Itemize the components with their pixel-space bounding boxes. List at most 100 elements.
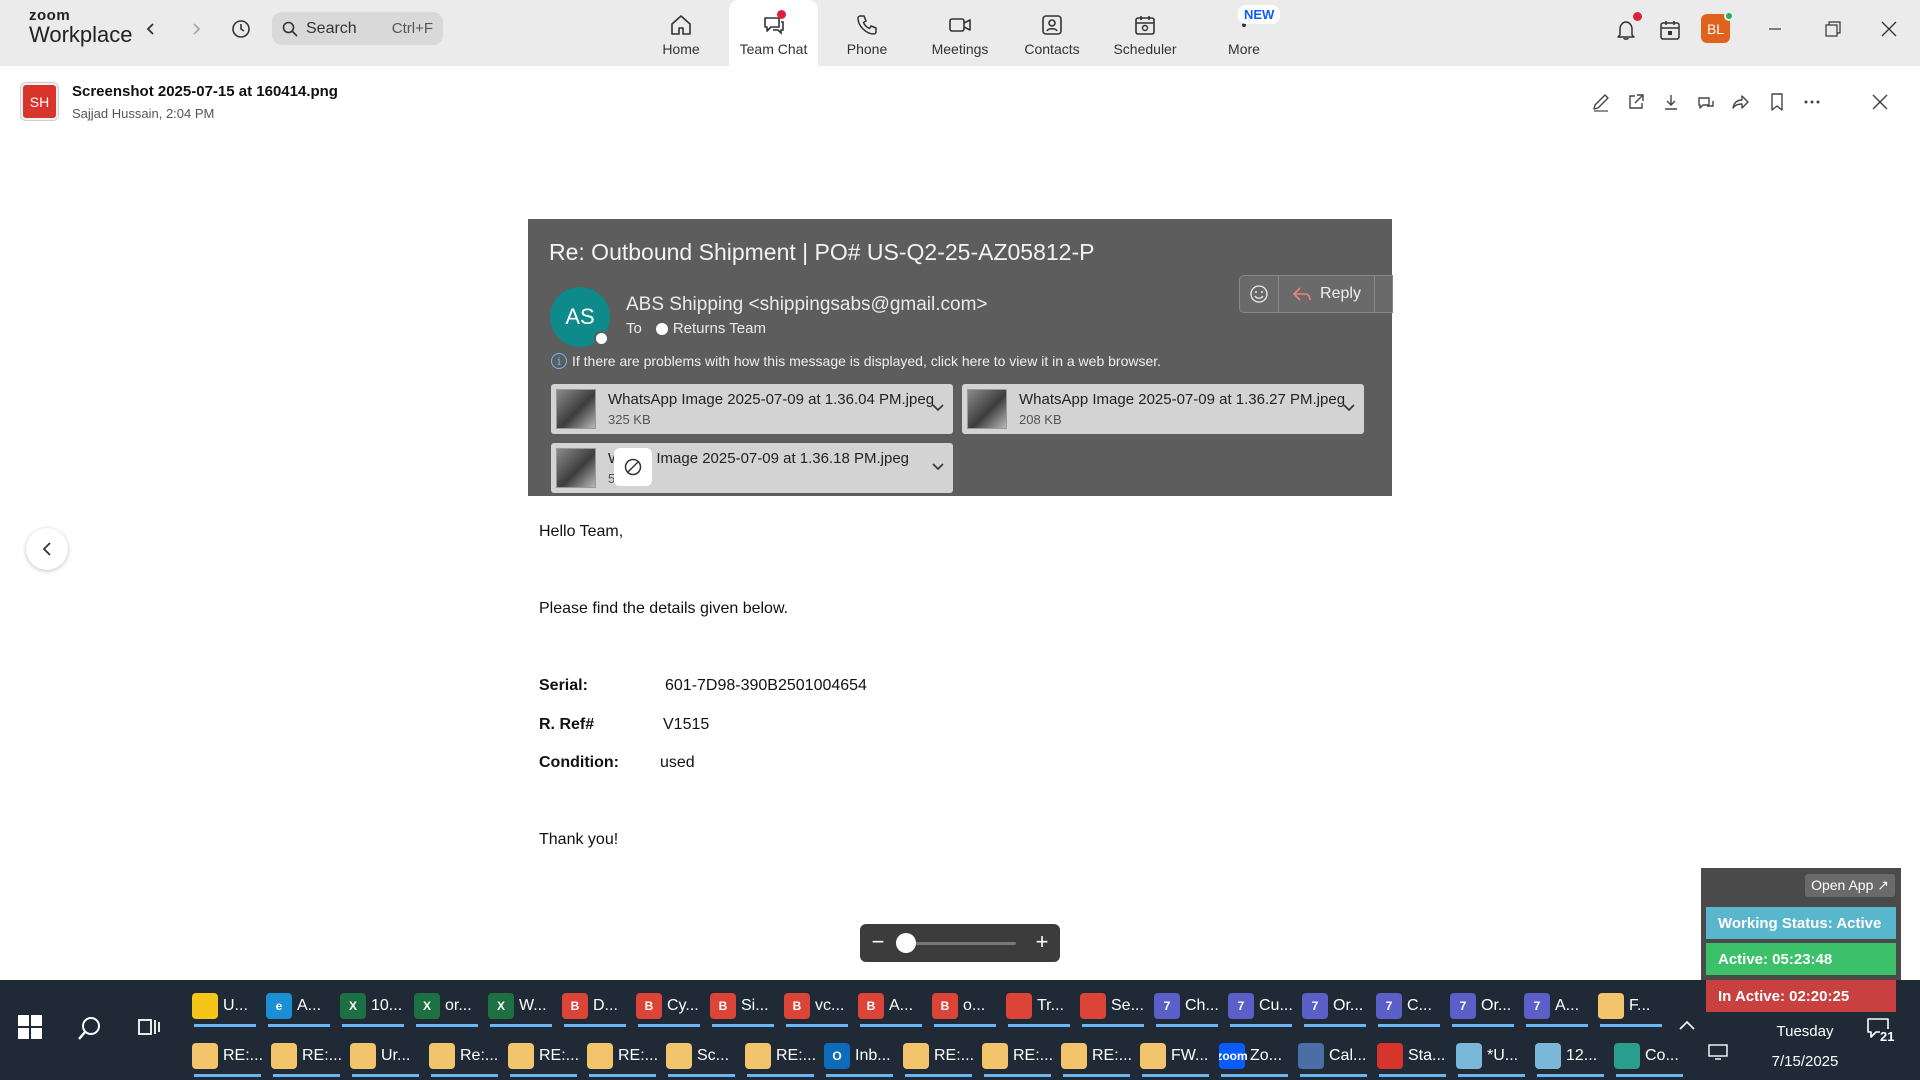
taskbar-item[interactable]: *U...: [1456, 1034, 1529, 1078]
email-recipient-line: To Returns Team: [626, 320, 766, 337]
taskbar-item[interactable]: zoom Zo...: [1219, 1034, 1292, 1078]
taskbar-item[interactable]: Se...: [1080, 984, 1148, 1028]
close-viewer-icon[interactable]: [1868, 90, 1892, 114]
taskbar-item[interactable]: 7 A...: [1524, 984, 1592, 1028]
taskbar-item[interactable]: 7 Cu...: [1228, 984, 1296, 1028]
search-icon: [282, 21, 298, 37]
taskbar-item[interactable]: B D...: [562, 984, 630, 1028]
taskbar-item[interactable]: RE:...: [587, 1034, 660, 1078]
teams-icon: 7: [1450, 993, 1476, 1019]
attachment-name: WhatsApp Image 2025-07-09 at 1.36.04 PM.…: [608, 391, 935, 408]
taskbar-item[interactable]: Sta...: [1377, 1034, 1450, 1078]
taskbar-item[interactable]: RE:...: [192, 1034, 265, 1078]
taskbar-item[interactable]: X W...: [488, 984, 556, 1028]
running-indicator: [1378, 1024, 1440, 1027]
windows-taskbar: U... e A... X 10... Xor... X W... B D... B Cy... B Si…: [0, 980, 1920, 1080]
minimize-icon[interactable]: [1760, 14, 1790, 44]
tab-scheduler[interactable]: Scheduler: [1113, 0, 1177, 66]
taskbar-item[interactable]: Bo...: [932, 984, 1000, 1028]
teams-icon: 7: [1376, 993, 1402, 1019]
share-to-chat-icon[interactable]: [1694, 90, 1718, 114]
zoom-out-button[interactable]: −: [866, 930, 890, 954]
file-name: Screenshot 2025-07-15 at 160414.png: [72, 83, 338, 100]
tab-contacts-label: Contacts: [1024, 41, 1080, 57]
taskbar-item[interactable]: 12...: [1535, 1034, 1608, 1078]
taskbar-clock[interactable]: Tuesday 7/15/2025: [1755, 1017, 1855, 1077]
task-view-icon[interactable]: [136, 1014, 162, 1045]
download-icon[interactable]: [1659, 90, 1683, 114]
taskbar-item[interactable]: FW...: [1140, 1034, 1213, 1078]
taskbar-item[interactable]: 7 C...: [1376, 984, 1444, 1028]
taskbar-item[interactable]: RE:...: [271, 1034, 344, 1078]
forward-icon[interactable]: [1729, 90, 1753, 114]
taskbar-item[interactable]: Cal...: [1298, 1034, 1371, 1078]
taskbar-item[interactable]: B Cy...: [636, 984, 704, 1028]
taskbar-item-label: D...: [593, 997, 618, 1014]
zoom-slider-track[interactable]: [906, 942, 1016, 945]
bookmark-icon[interactable]: [1765, 90, 1789, 114]
search-shortcut: Ctrl+F: [391, 20, 433, 37]
taskbar-item[interactable]: 7 Or...: [1450, 984, 1518, 1028]
taskbar-item[interactable]: X 10...: [340, 984, 408, 1028]
taskbar-search-icon[interactable]: [76, 1014, 104, 1047]
zoom-in-button[interactable]: +: [1030, 930, 1054, 954]
taskbar-item[interactable]: O Inb...: [824, 1034, 897, 1078]
zoom-slider-handle[interactable]: [896, 933, 916, 953]
tab-more-label: More: [1228, 41, 1260, 57]
history-icon[interactable]: [228, 16, 254, 42]
taskbar-item-label: RE:...: [934, 1047, 975, 1064]
blocked-icon: [614, 448, 652, 486]
taskbar-item[interactable]: Re:...: [429, 1034, 502, 1078]
mail-icon: [1061, 1043, 1087, 1069]
pdf-icon: [1377, 1043, 1403, 1069]
taskbar-item[interactable]: B Si...: [710, 984, 778, 1028]
more-options-icon[interactable]: [1800, 90, 1824, 114]
taskbar-item[interactable]: RE:...: [745, 1034, 818, 1078]
sender-status-dot: [594, 331, 609, 346]
display-icon[interactable]: [1707, 1043, 1729, 1066]
taskbar-item-label: RE:...: [223, 1047, 264, 1064]
taskbar-item[interactable]: Sc...: [666, 1034, 739, 1078]
new-badge: NEW: [1238, 5, 1281, 24]
forward-arrow-icon[interactable]: [183, 16, 209, 42]
taskbar-item[interactable]: Ur...: [350, 1034, 423, 1078]
taskbar-item[interactable]: RE:...: [982, 1034, 1055, 1078]
taskbar-item[interactable]: Tr...: [1006, 984, 1074, 1028]
taskbar-item-label: Cy...: [667, 997, 699, 1014]
previous-image-button[interactable]: [26, 528, 68, 570]
taskbar-item[interactable]: e A...: [266, 984, 334, 1028]
taskbar-item[interactable]: B A...: [858, 984, 926, 1028]
tab-meetings[interactable]: Meetings: [928, 0, 992, 66]
taskbar-item[interactable]: Bvc...: [784, 984, 852, 1028]
file-meta: Sajjad Hussain, 2:04 PM: [72, 106, 215, 121]
taskbar-item[interactable]: 7 Or...: [1302, 984, 1370, 1028]
excel-icon: X: [340, 993, 366, 1019]
taskbar-item[interactable]: Co...: [1614, 1034, 1687, 1078]
attachment-size: 325 KB: [608, 412, 651, 427]
open-external-icon[interactable]: [1624, 90, 1648, 114]
taskbar-item[interactable]: 7 Ch...: [1154, 984, 1222, 1028]
tab-meetings-label: Meetings: [931, 41, 989, 57]
open-app-button[interactable]: Open App ↗: [1805, 874, 1895, 897]
windows-start-icon[interactable]: [18, 1015, 42, 1039]
edit-icon[interactable]: [1589, 90, 1613, 114]
taskbar-item[interactable]: RE:...: [903, 1034, 976, 1078]
tab-phone[interactable]: Phone: [843, 0, 891, 66]
taskbar-item-label: Or...: [1481, 997, 1512, 1014]
taskbar-item[interactable]: F...: [1598, 984, 1666, 1028]
ref-label: R. Ref#: [539, 716, 595, 733]
tray-chevron-up-icon[interactable]: [1678, 1018, 1696, 1036]
taskbar-item[interactable]: Xor...: [414, 984, 482, 1028]
restore-icon[interactable]: [1818, 14, 1848, 44]
running-indicator: [1082, 1024, 1144, 1027]
tab-home[interactable]: Home: [655, 0, 707, 66]
calendar-icon[interactable]: [1656, 16, 1684, 44]
tab-team-chat[interactable]: Team Chat: [729, 0, 818, 66]
taskbar-item[interactable]: U...: [192, 984, 260, 1028]
close-window-icon[interactable]: [1874, 14, 1904, 44]
taskbar-item[interactable]: RE:...: [1061, 1034, 1134, 1078]
back-arrow-icon[interactable]: [138, 16, 164, 42]
tab-contacts[interactable]: Contacts: [1023, 0, 1081, 66]
search-input[interactable]: Search Ctrl+F: [272, 12, 443, 45]
taskbar-item[interactable]: RE:...: [508, 1034, 581, 1078]
